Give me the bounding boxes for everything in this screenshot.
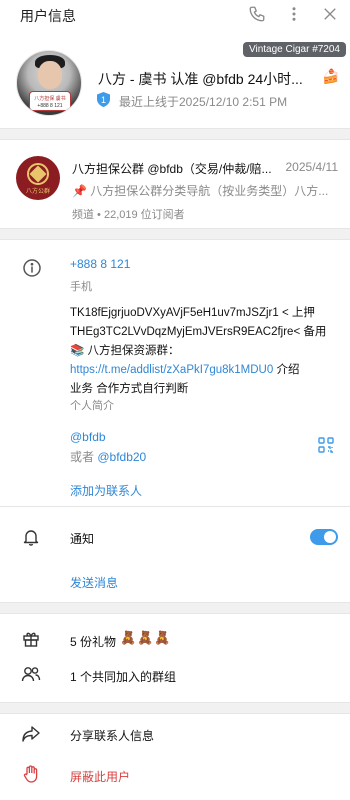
shield-icon: 1	[97, 92, 110, 107]
avatar-badge-number: +888 8 121	[37, 103, 63, 109]
username[interactable]: @bfdb	[70, 430, 106, 444]
section-divider	[0, 602, 350, 614]
pin-icon: 📌	[72, 184, 87, 198]
profile-emoji-status[interactable]: 🍰	[322, 68, 339, 85]
bio-line-tail: 介绍	[273, 364, 300, 376]
bio-text: TK18fEjgrjuoDVXyAVjF5eH1uv7mJSZjr1 < 上押 …	[70, 304, 342, 399]
gift-icon	[22, 630, 40, 648]
thin-divider	[0, 506, 350, 507]
send-message-button[interactable]: 发送消息	[70, 574, 118, 591]
last-seen-status: 最近上线于2025/12/10 2:51 PM	[119, 95, 288, 109]
close-icon[interactable]	[321, 5, 339, 23]
section-divider	[0, 702, 350, 714]
notifications-label: 通知	[70, 532, 95, 546]
tooltip: Vintage Cigar #7204	[243, 42, 346, 57]
channel-preview-text: 八方担保公群分类导航（按业务类型）八方...	[90, 184, 329, 198]
channel-date: 2025/4/11	[285, 160, 339, 174]
bio-line: 📚 八方担保资源群：	[70, 345, 180, 357]
section-divider	[0, 128, 350, 140]
channel-avatar[interactable]: 八方公群	[16, 156, 60, 200]
channel-preview[interactable]: 📌 八方担保公群分类导航（按业务类型）八方...	[72, 182, 342, 199]
bio-line: THEg3TC2LVvDqzMyjEmJVErsR9EAC2fjre< 备用	[70, 326, 327, 338]
section-divider	[0, 228, 350, 240]
channel-meta: 频道 • 22,019 位订阅者	[72, 209, 185, 221]
avatar-face	[38, 61, 62, 89]
bio-label: 个人简介	[70, 400, 114, 412]
block-user-button[interactable]: 屏蔽此用户	[70, 768, 130, 785]
bio-line: https://t.me/addlist/zXaPkI7gu8k1MDU0 介绍	[70, 361, 342, 380]
add-contact-button[interactable]: 添加为联系人	[70, 482, 142, 499]
block-hand-icon	[23, 765, 39, 783]
common-groups-label[interactable]: 1 个共同加入的群组	[70, 668, 176, 685]
gift-bears: 🧸🧸🧸	[120, 630, 172, 645]
qr-code-icon[interactable]	[318, 437, 334, 453]
header-bar: 用户信息	[0, 0, 350, 30]
group-icon	[21, 665, 41, 683]
avatar[interactable]: 八方担保 虞书 +888 8 121	[16, 50, 82, 116]
profile-name: 八方 - 虞书 认准 @bfdb 24小时...	[98, 71, 303, 87]
bio-line: TK18fEjgrjuoDVXyAVjF5eH1uv7mJSZjr1 < 上押	[70, 307, 315, 319]
avatar-badge-text: 八方担保 虞书	[34, 96, 66, 102]
share-icon	[22, 726, 40, 742]
phone-icon[interactable]	[248, 5, 266, 23]
svg-text:1: 1	[101, 95, 106, 105]
bell-icon	[22, 528, 40, 546]
share-contact-button[interactable]: 分享联系人信息	[70, 727, 154, 744]
channel-title[interactable]: 八方担保公群 @bfdb（交易/仲裁/赔...	[72, 160, 272, 177]
avatar-badge: 八方担保 虞书 +888 8 121	[29, 91, 71, 111]
notifications-toggle[interactable]	[310, 529, 338, 545]
toggle-knob	[324, 531, 336, 543]
gifts-label[interactable]: 5 份礼物	[70, 633, 116, 650]
username-alt-link[interactable]: @bfdb20	[97, 450, 146, 464]
channel-avatar-text: 八方公群	[25, 189, 50, 195]
username-alt: 或者 @bfdb20	[70, 448, 146, 465]
username-alt-prefix: 或者	[70, 450, 98, 464]
info-icon	[22, 258, 42, 278]
page-title: 用户信息	[20, 8, 76, 24]
phone-number[interactable]: +888 8 121	[70, 257, 130, 271]
more-vertical-icon[interactable]	[285, 5, 303, 23]
phone-label: 手机	[70, 281, 92, 293]
bio-link[interactable]: https://t.me/addlist/zXaPkI7gu8k1MDU0	[70, 364, 273, 376]
